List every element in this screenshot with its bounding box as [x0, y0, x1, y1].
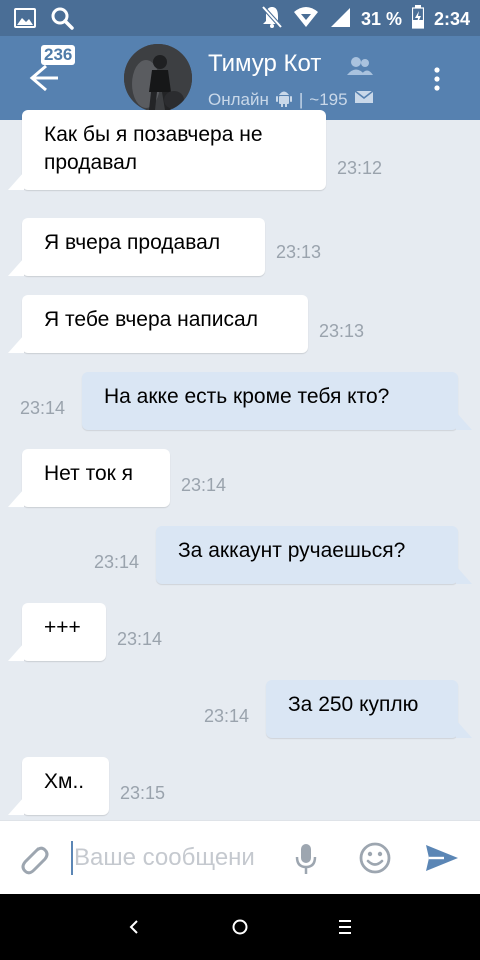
battery-icon: [411, 5, 425, 34]
voice-message-button[interactable]: [294, 843, 318, 880]
clock: 2:34: [433, 9, 470, 29]
search-icon: [50, 6, 74, 35]
friends-icon: [346, 56, 374, 81]
message-bubble-incoming[interactable]: Как бы я позавчера не продавал: [22, 110, 326, 190]
nav-recents-button[interactable]: [334, 914, 356, 945]
nav-back-icon: [129, 920, 138, 934]
bubble-tail: [456, 720, 472, 738]
status-separator: |: [298, 89, 304, 109]
online-status: Онлайн: [208, 89, 269, 109]
bubble-tail: [8, 489, 24, 507]
avatar[interactable]: [124, 44, 192, 112]
nav-back-button[interactable]: [124, 914, 144, 945]
message-text-line: Я тебе вчера написал: [44, 308, 258, 331]
message-text-line: +++: [44, 616, 81, 639]
message-bubble-incoming[interactable]: Нет ток я: [22, 449, 170, 507]
message-time: 23:15: [120, 783, 166, 803]
wifi-icon: [293, 6, 319, 33]
message-text-line: Нет ток я: [44, 462, 134, 485]
more-vert-icon: [434, 67, 440, 91]
smile-icon: [359, 842, 391, 874]
paperclip-icon: [21, 846, 49, 875]
nav-home-button[interactable]: [228, 914, 252, 945]
message-text-line: Как бы я позавчера не: [44, 123, 263, 146]
message-text-line: За аккаунт ручаешься?: [178, 539, 406, 562]
bubble-tail: [8, 335, 24, 353]
message-text-line: продавал: [44, 151, 138, 174]
image-icon: [14, 8, 36, 33]
microphone-icon: [295, 844, 317, 874]
message-time: 23:13: [319, 321, 365, 341]
attach-button[interactable]: [16, 841, 50, 882]
message-composer: [0, 820, 480, 895]
android-icon: [275, 87, 293, 112]
message-text-line: На акке есть кроме тебя кто?: [104, 385, 390, 408]
battery-percent: 31 %: [360, 9, 402, 29]
system-nav-bar: [0, 894, 480, 960]
text-cursor: [71, 841, 73, 875]
message-bubble-outgoing[interactable]: На акке есть кроме тебя кто?: [82, 372, 458, 430]
emoji-button[interactable]: [358, 841, 392, 880]
message-time: 23:14: [204, 706, 250, 726]
signal-icon: [329, 6, 351, 33]
message-bubble-outgoing[interactable]: За 250 куплю: [266, 680, 458, 738]
bubble-tail: [456, 566, 472, 584]
bubble-tail: [8, 797, 24, 815]
more-menu-button[interactable]: [422, 64, 452, 94]
message-time: 23:14: [20, 398, 66, 418]
contact-status: Онлайн | ~195: [208, 87, 374, 112]
message-bubble-incoming[interactable]: Хм..: [22, 757, 109, 815]
message-time: 23:13: [276, 242, 322, 262]
message-time: 23:14: [94, 552, 140, 572]
message-time: 23:14: [181, 475, 227, 495]
bubble-tail: [8, 172, 24, 190]
nav-recents-icon: [339, 920, 351, 934]
mute-bell-icon: [261, 5, 283, 34]
nav-home-icon: [232, 919, 248, 935]
message-input[interactable]: [74, 839, 279, 877]
message-time: 23:12: [337, 158, 383, 178]
message-bubble-incoming[interactable]: Я вчера продавал: [22, 218, 265, 276]
message-count: ~195: [309, 89, 348, 109]
bubble-tail: [8, 643, 24, 661]
unread-badge: 236: [41, 45, 76, 65]
message-bubble-incoming[interactable]: Я тебе вчера написал: [22, 295, 308, 353]
message-text-line: Хм..: [44, 770, 85, 793]
message-bubble-outgoing[interactable]: За аккаунт ручаешься?: [156, 526, 458, 584]
bubble-tail: [456, 412, 472, 430]
send-button[interactable]: [424, 843, 460, 878]
message-text-line: За 250 куплю: [288, 693, 419, 716]
app-bar: 236 Тимур Кот Онлайн | ~195: [0, 36, 480, 120]
message-time: 23:14: [117, 629, 163, 649]
avatar-photo: [124, 44, 192, 112]
message-list[interactable]: Как бы я позавчера не продавал 23:12 Я в…: [0, 110, 480, 820]
message-bubble-incoming[interactable]: +++: [22, 603, 106, 661]
send-icon: [426, 845, 458, 871]
contact-name[interactable]: Тимур Кот: [208, 50, 321, 78]
message-text-line: Я вчера продавал: [44, 231, 221, 254]
bubble-tail: [8, 258, 24, 276]
envelope-icon: [354, 89, 374, 110]
status-bar: 31 % 2:34: [0, 0, 480, 36]
